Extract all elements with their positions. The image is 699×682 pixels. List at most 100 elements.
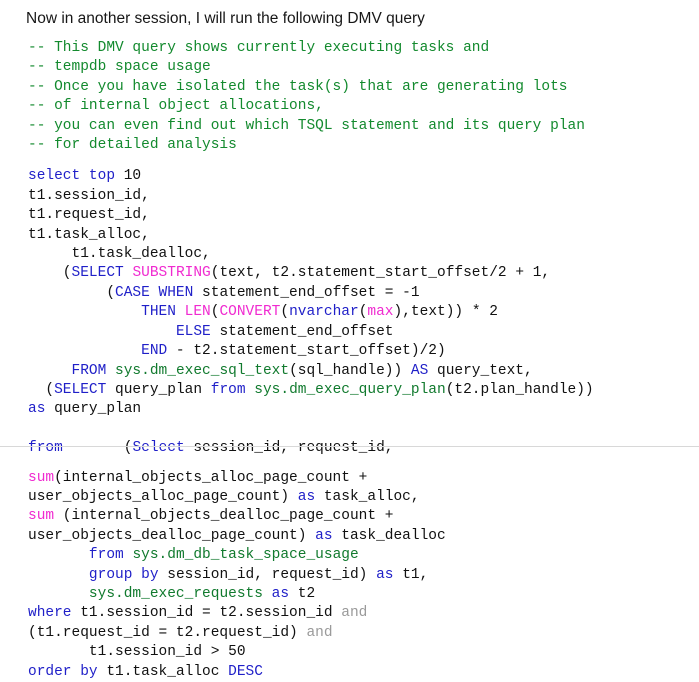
code-token: DESC bbox=[228, 663, 263, 680]
code-token: sys.dm_exec_query_plan bbox=[254, 381, 446, 398]
code-token: SELECT bbox=[71, 265, 124, 282]
code-token: SUBSTRING bbox=[132, 265, 211, 282]
sql-code-line: t1.task_dealloc, bbox=[28, 245, 699, 264]
code-token: task_dealloc bbox=[332, 527, 446, 544]
sql-code-line: (SELECT query_plan from sys.dm_exec_quer… bbox=[28, 381, 699, 400]
code-token: task_alloc, bbox=[315, 488, 420, 505]
sql-query-upper: select top 10 t1.session_id, t1.request_id… bbox=[0, 155, 699, 458]
code-token: select top bbox=[28, 168, 116, 185]
code-token: THEN bbox=[141, 304, 176, 321]
code-token: session_id, request_id, bbox=[184, 440, 394, 457]
code-token: LEN bbox=[184, 304, 211, 321]
code-token: statement_end_offset = -1 bbox=[193, 284, 420, 301]
code-token: CASE WHEN bbox=[115, 284, 194, 301]
sql-code-line: t1.task_alloc, bbox=[28, 226, 699, 245]
code-token: user_objects_alloc_page_count) bbox=[28, 488, 298, 505]
screenshot-page: Now in another session, I will run the f… bbox=[0, 0, 699, 680]
code-token: (t2.plan_handle)) bbox=[445, 381, 594, 398]
sql-code-line: select top 10 bbox=[28, 167, 699, 186]
code-token: sum bbox=[28, 469, 55, 486]
code-token: sys.dm_db_task_space_usage bbox=[132, 547, 359, 564]
sql-code-line: FROM sys.dm_exec_sql_text(sql_handle)) A… bbox=[28, 362, 699, 381]
code-token: and bbox=[341, 605, 368, 622]
code-token: max bbox=[367, 304, 394, 321]
code-token: FROM bbox=[71, 362, 107, 379]
sql-code-line: (t1.request_id = t2.request_id) and bbox=[28, 624, 699, 643]
sql-code-line: END - t2.statement_start_offset)/2) bbox=[28, 342, 699, 361]
code-token: (sql_handle)) bbox=[289, 362, 411, 379]
sql-code-line: from sys.dm_db_task_space_usage bbox=[28, 546, 699, 565]
sql-code-line: as query_plan bbox=[28, 400, 699, 419]
code-token: t1, bbox=[393, 566, 429, 583]
code-token: user_objects_dealloc_page_count) bbox=[28, 527, 316, 544]
code-token: t1.session_id, bbox=[28, 187, 150, 204]
sql-comment-line: -- Once you have isolated the task(s) th… bbox=[28, 78, 568, 95]
sql-comment-line: -- This DMV query shows currently execut… bbox=[28, 40, 490, 56]
code-token: (text, t2.statement_start_offset/2 + 1, bbox=[210, 265, 551, 282]
code-token: query_plan bbox=[106, 381, 211, 398]
code-token: nvarchar bbox=[289, 304, 359, 321]
code-token: query_text, bbox=[428, 362, 533, 379]
code-token: t1.request_id, bbox=[28, 207, 150, 224]
sql-code-line: (CASE WHEN statement_end_offset = -1 bbox=[28, 284, 699, 303]
code-token: query_plan bbox=[45, 401, 142, 418]
code-token: as bbox=[28, 401, 46, 418]
sql-code-line: user_objects_alloc_page_count) as task_a… bbox=[28, 488, 699, 507]
code-token: sys.dm_exec_sql_text bbox=[115, 362, 290, 379]
code-token: t1.task_alloc bbox=[97, 663, 229, 680]
code-token: session_id, request_id) bbox=[158, 566, 377, 583]
sql-code-line: ELSE statement_end_offset bbox=[28, 323, 699, 342]
code-token: AS bbox=[410, 362, 429, 379]
code-token: (t1.request_id = t2.request_id) bbox=[28, 624, 307, 641]
sql-code-line: group by session_id, request_id) as t1, bbox=[28, 566, 699, 585]
code-token: where bbox=[28, 605, 72, 622]
code-token: as bbox=[315, 527, 333, 544]
code-token: from bbox=[210, 381, 246, 398]
code-token: t1.task_dealloc, bbox=[28, 246, 211, 263]
code-token: as bbox=[376, 566, 394, 583]
code-token: Select bbox=[132, 440, 185, 457]
code-token: - t2.statement_start_offset)/2) bbox=[167, 343, 446, 360]
sql-code-line: (SELECT SUBSTRING(text, t2.statement_sta… bbox=[28, 264, 699, 283]
sql-code-line: where t1.session_id = t2.session_id and bbox=[28, 604, 699, 623]
code-token: t1.task_alloc, bbox=[28, 226, 150, 243]
code-token: ( bbox=[28, 284, 116, 301]
code-token: 10 bbox=[115, 168, 142, 185]
sql-comment-line: -- you can even find out which TSQL stat… bbox=[28, 117, 585, 134]
code-token: ),text)) * 2 bbox=[393, 304, 498, 321]
sql-code-line: user_objects_dealloc_page_count) as task… bbox=[28, 527, 699, 546]
code-token: END bbox=[141, 343, 168, 360]
code-token: t1.session_id > 50 bbox=[28, 644, 246, 661]
code-token: from bbox=[88, 547, 124, 564]
code-token: ELSE bbox=[175, 323, 211, 340]
code-token: ( bbox=[28, 381, 55, 398]
code-token: sum bbox=[28, 508, 55, 525]
sql-code-line: sys.dm_exec_requests as t2 bbox=[28, 585, 699, 604]
sql-code-line: t1.session_id > 50 bbox=[28, 643, 699, 662]
sql-code-line: THEN LEN(CONVERT(nvarchar(max),text)) * … bbox=[28, 303, 699, 322]
code-token: sys.dm_exec_requests bbox=[88, 585, 263, 602]
code-token: ( bbox=[28, 265, 72, 282]
intro-paragraph: Now in another session, I will run the f… bbox=[26, 10, 425, 27]
code-token: SELECT bbox=[54, 381, 107, 398]
sql-query-lower: sum(internal_objects_alloc_page_count + u… bbox=[0, 459, 699, 682]
sql-code-line: order by t1.task_alloc DESC bbox=[28, 663, 699, 682]
code-token: order by bbox=[28, 663, 98, 680]
code-token: ( bbox=[280, 304, 290, 321]
code-token: CONVERT bbox=[219, 304, 281, 321]
section-divider bbox=[0, 446, 699, 447]
code-token: and bbox=[306, 624, 333, 641]
code-token: as bbox=[271, 585, 290, 602]
code-token: t1.session_id = t2.session_id bbox=[71, 605, 342, 622]
code-token: as bbox=[297, 488, 316, 505]
